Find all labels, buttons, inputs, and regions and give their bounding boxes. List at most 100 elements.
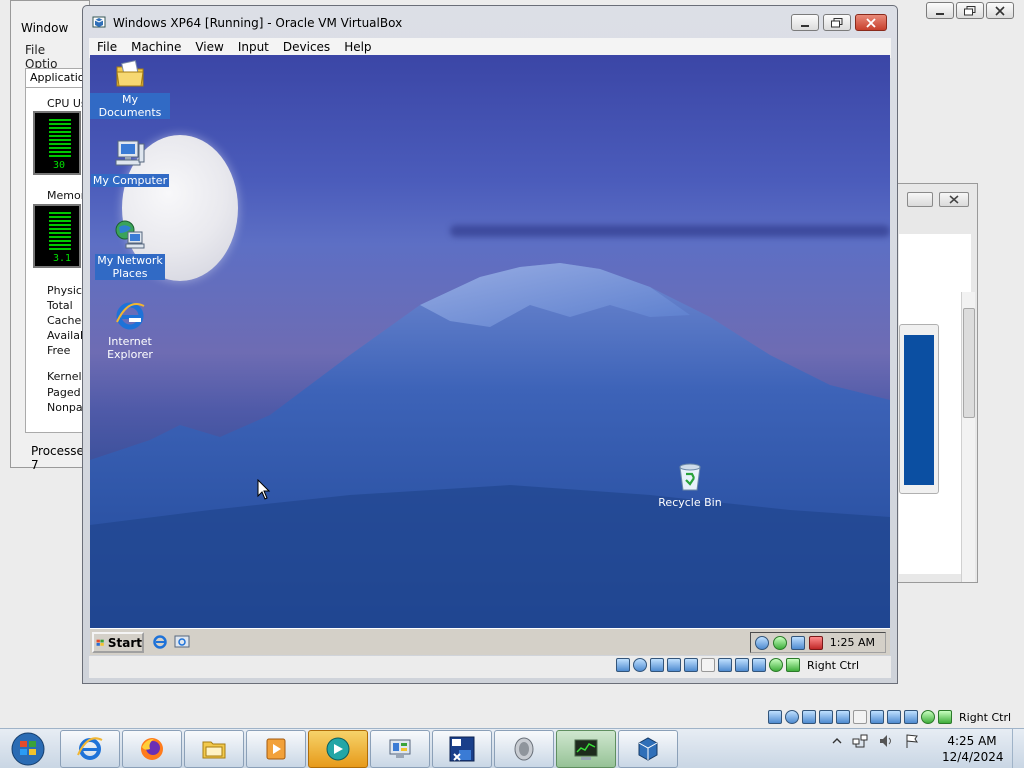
label-line: Internet: [108, 335, 152, 348]
background-scrollbar[interactable]: [961, 292, 975, 582]
chat-app-icon: [326, 737, 350, 761]
taskbar-speaker[interactable]: [494, 730, 554, 768]
host-vbox-network-icon[interactable]: [819, 710, 833, 724]
vbox-recording-icon[interactable]: [735, 658, 749, 672]
host-vbox-recording-icon[interactable]: [887, 710, 901, 724]
task-manager-icon: [574, 739, 598, 760]
tray-vbox-additions-icon[interactable]: [773, 636, 787, 650]
task-manager-menubar: File Optio: [25, 43, 89, 71]
host-vbox-optical-drive-icon[interactable]: [785, 710, 799, 724]
host-vbox-audio-icon[interactable]: [802, 710, 816, 724]
volume-icon[interactable]: [878, 733, 894, 749]
host-vbox-mouse-icon[interactable]: [921, 710, 935, 724]
close-icon: [995, 5, 1005, 16]
vbox-menu-devices[interactable]: Devices: [275, 38, 336, 54]
vbox-cpu-icon[interactable]: [752, 658, 766, 672]
vbox-menu-machine[interactable]: Machine: [123, 38, 187, 54]
tray-network-icon[interactable]: [755, 636, 769, 650]
task-manager-title: Window: [21, 21, 69, 35]
host-vbox-shared-folder-icon[interactable]: [853, 710, 867, 724]
virtualbox-app-icon: [92, 16, 106, 28]
host-minimize-button[interactable]: [926, 2, 954, 19]
vbox-close-button[interactable]: [855, 14, 887, 31]
host-vbox-hdd-icon[interactable]: [768, 710, 782, 724]
vbox-minimize-button[interactable]: [791, 14, 819, 31]
taskbar-control-panel[interactable]: [370, 730, 430, 768]
vbox-display-icon[interactable]: [718, 658, 732, 672]
label-line: Explorer: [107, 348, 153, 361]
vbox-menu-help[interactable]: Help: [336, 38, 377, 54]
taskbar-firefox[interactable]: [122, 730, 182, 768]
recycle-bin-icon: [679, 463, 701, 491]
host-clock-date: 12/4/2024: [942, 750, 1004, 764]
vbox-menu-file[interactable]: File: [89, 38, 123, 54]
tray-guest-icon[interactable]: [791, 636, 805, 650]
desktop-icon-my-computer[interactable]: My Computer: [90, 138, 170, 187]
restore-icon: [964, 5, 976, 15]
guest-start-button[interactable]: Start: [92, 632, 144, 653]
vbox-hdd-icon[interactable]: [616, 658, 630, 672]
taskbar-xp64-vm[interactable]: [432, 730, 492, 768]
vbox-usb-icon[interactable]: [684, 658, 698, 672]
vbox-host-key-label: Right Ctrl: [807, 658, 860, 672]
cpu-usage-meter: 30: [33, 111, 81, 175]
host-vbox-display-icon[interactable]: [870, 710, 884, 724]
host-clock[interactable]: 4:25 AM 12/4/2024: [942, 733, 1004, 765]
desktop-icon-internet-explorer[interactable]: Internet Explorer: [90, 300, 170, 361]
task-manager-window: Window File Optio Application CPU Us 30 …: [10, 0, 95, 472]
vbox-optical-drive-icon[interactable]: [633, 658, 647, 672]
desktop-icon-my-documents[interactable]: My Documents: [90, 58, 170, 119]
kernel-paged-label: Paged: [47, 386, 81, 399]
host-vbox-host-key-label: Right Ctrl: [959, 710, 1012, 724]
desktop-icon-my-network-places[interactable]: My Network Places: [90, 219, 170, 280]
action-center-flag-icon[interactable]: [904, 733, 920, 749]
speaker-icon: [514, 737, 534, 761]
tray-expand-icon[interactable]: [832, 736, 842, 746]
show-desktop-button[interactable]: [1012, 729, 1024, 768]
quicklaunch-show-desktop-icon[interactable]: [174, 634, 190, 650]
windows-flag-icon: [96, 639, 104, 646]
desktop-icon-recycle-bin[interactable]: Recycle Bin: [650, 460, 730, 509]
virtualbox-titlebar[interactable]: Windows XP64 [Running] - Oracle VM Virtu…: [83, 6, 897, 38]
host-window-controls: [926, 2, 1018, 20]
cpu-usage-label: CPU Us: [47, 97, 87, 110]
taskbar-task-manager[interactable]: [556, 730, 616, 768]
taskbar-media-player[interactable]: [246, 730, 306, 768]
control-panel-icon: [389, 739, 411, 758]
desktop-icon-label: Recycle Bin: [658, 496, 722, 509]
background-restore-button[interactable]: [907, 192, 933, 207]
host-close-button[interactable]: [986, 2, 1014, 19]
host-vbox-cpu-icon[interactable]: [904, 710, 918, 724]
vbox-audio-icon[interactable]: [650, 658, 664, 672]
taskbar-internet-explorer[interactable]: [60, 730, 120, 768]
background-close-button[interactable]: [939, 192, 969, 207]
host-vbox-keyboard-icon[interactable]: [938, 710, 952, 724]
network-icon[interactable]: [852, 733, 868, 749]
my-computer-icon: [115, 140, 145, 166]
windows-xp64-icon: [449, 736, 475, 762]
folder-icon: [202, 741, 226, 759]
taskbar-active-app[interactable]: [308, 730, 368, 768]
quicklaunch-ie-icon[interactable]: [152, 634, 168, 650]
task-manager-menu-file[interactable]: File: [25, 43, 45, 57]
vbox-menu-input[interactable]: Input: [230, 38, 275, 54]
cpu-usage-value: 30: [53, 160, 66, 171]
taskbar-explorer[interactable]: [184, 730, 244, 768]
vbox-menu-view[interactable]: View: [187, 38, 229, 54]
host-start-button[interactable]: [3, 730, 53, 768]
background-window: [896, 183, 978, 583]
desktop-icon-label: My Documents: [90, 93, 170, 119]
host-vbox-usb-icon[interactable]: [836, 710, 850, 724]
vbox-shared-folder-icon[interactable]: [701, 658, 715, 672]
guest-system-tray: 1:25 AM: [750, 632, 886, 653]
vbox-maximize-button[interactable]: [823, 14, 851, 31]
virtualbox-icon: [638, 737, 658, 761]
vbox-mouse-integration-icon[interactable]: [769, 658, 783, 672]
tray-security-shield-icon[interactable]: [809, 636, 823, 650]
taskbar-virtualbox[interactable]: [618, 730, 678, 768]
desktop-icon-label: Internet Explorer: [105, 335, 155, 361]
guest-desktop[interactable]: My Documents My Computer My Network Plac…: [90, 55, 890, 628]
host-restore-button[interactable]: [956, 2, 984, 19]
vbox-network-icon[interactable]: [667, 658, 681, 672]
vbox-keyboard-icon[interactable]: [786, 658, 800, 672]
